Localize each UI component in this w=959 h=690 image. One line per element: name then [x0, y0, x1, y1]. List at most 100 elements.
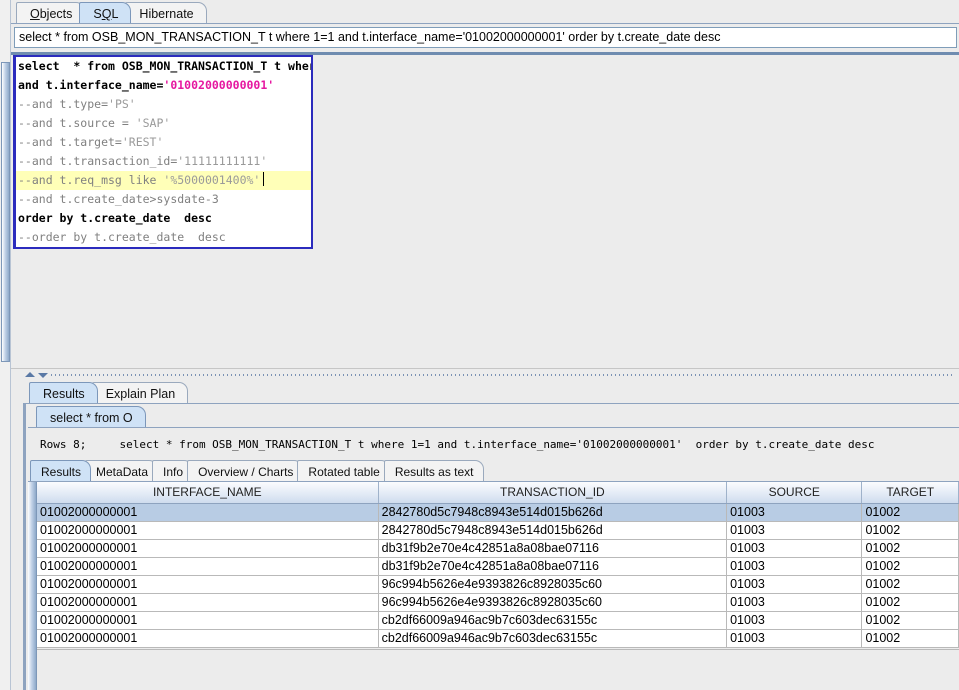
cell-target[interactable]: 01002 — [861, 593, 959, 612]
cell-interface-name[interactable]: 01002000000001 — [37, 593, 379, 612]
tab-grid-metadata-label: MetaData — [96, 465, 149, 479]
table-row[interactable]: 01002000000001 db31f9b2e70e4c42851a8a08b… — [37, 557, 959, 576]
cell-transaction-id[interactable]: 2842780d5c7948c8943e514d015b626d — [378, 503, 728, 522]
window-scrollbar-thumb[interactable] — [1, 62, 10, 362]
code-token: 'PS' — [108, 97, 136, 111]
code-line[interactable]: --and t.type='PS' — [16, 95, 311, 114]
main-tab-row: Objects SQL Hibernate — [16, 2, 207, 24]
tab-grid-results-as-text-label: Results as text — [394, 465, 474, 479]
code-token: --and t.target= — [18, 135, 122, 149]
code-line[interactable]: --and t.create_date>sysdate-3 — [16, 190, 311, 209]
tab-grid-overview-charts-label: Overview / Charts — [198, 465, 294, 479]
cell-target[interactable]: 01002 — [861, 503, 959, 522]
tab-explain-plan[interactable]: Explain Plan — [91, 382, 189, 403]
cell-interface-name[interactable]: 01002000000001 — [37, 521, 379, 540]
cell-source[interactable]: 01003 — [726, 503, 863, 522]
cell-source[interactable]: 01003 — [726, 521, 863, 540]
query-input[interactable]: select * from OSB_MON_TRANSACTION_T t wh… — [14, 27, 957, 48]
cell-interface-name[interactable]: 01002000000001 — [37, 557, 379, 576]
code-token: '%5000001400%' — [163, 173, 261, 187]
code-token: 'REST' — [121, 135, 164, 149]
code-line[interactable]: and t.interface_name='01002000000001' — [16, 76, 311, 95]
tab-grid-results-as-text[interactable]: Results as text — [383, 460, 484, 481]
table-row[interactable]: 01002000000001 cb2df66009a946ac9b7c603de… — [37, 611, 959, 630]
code-line[interactable]: --order by t.create_date desc — [16, 228, 311, 247]
tab-query-result-label: select * from O — [50, 411, 133, 425]
cell-transaction-id[interactable]: 96c994b5626e4e9393826c8928035c60 — [378, 593, 728, 612]
code-line[interactable]: --and t.transaction_id='11111111111' — [16, 152, 311, 171]
cell-source[interactable]: 01003 — [726, 557, 863, 576]
table-row[interactable]: 01002000000001 db31f9b2e70e4c42851a8a08b… — [37, 539, 959, 558]
tab-results[interactable]: Results — [29, 382, 98, 403]
tab-grid-rotated-table[interactable]: Rotated table — [297, 460, 390, 481]
cell-transaction-id[interactable]: db31f9b2e70e4c42851a8a08bae07116 — [378, 557, 728, 576]
column-header-target[interactable]: TARGET — [861, 482, 959, 504]
table-row[interactable]: 01002000000001 cb2df66009a946ac9b7c603de… — [37, 629, 959, 648]
triangle-up-icon[interactable] — [25, 372, 35, 377]
cell-interface-name[interactable]: 01002000000001 — [37, 503, 379, 522]
table-row[interactable]: 01002000000001 2842780d5c7948c8943e514d0… — [37, 503, 959, 522]
grid-row-header-rail[interactable] — [28, 482, 37, 690]
sql-editor-pane: select * from OSB_MON_TRANSACTION_T t wh… — [11, 55, 959, 365]
code-token: '01002000000001' — [163, 78, 275, 92]
code-token: '11111111111' — [177, 154, 268, 168]
cell-target[interactable]: 01002 — [861, 575, 959, 594]
tab-objects[interactable]: Objects — [16, 2, 86, 23]
table-row[interactable]: 01002000000001 96c994b5626e4e9393826c892… — [37, 575, 959, 594]
sql-editor[interactable]: select * from OSB_MON_TRANSACTION_T t wh… — [13, 55, 313, 249]
code-text: --and t.req_msg like '%5000001400%' — [18, 173, 260, 187]
code-line[interactable]: --and t.source = 'SAP' — [16, 114, 311, 133]
code-line[interactable]: --and t.target='REST' — [16, 133, 311, 152]
cell-target[interactable]: 01002 — [861, 557, 959, 576]
code-token: --and t.req_msg like — [18, 173, 164, 187]
column-header-transaction-id[interactable]: TRANSACTION_ID — [378, 482, 728, 504]
cell-source[interactable]: 01003 — [726, 611, 863, 630]
cell-transaction-id[interactable]: cb2df66009a946ac9b7c603dec63155c — [378, 611, 728, 630]
tab-grid-results[interactable]: Results — [30, 460, 92, 481]
cell-transaction-id[interactable]: 96c994b5626e4e9393826c8928035c60 — [378, 575, 728, 594]
tab-grid-rotated-table-label: Rotated table — [308, 465, 380, 479]
tab-objects-label: bjects — [39, 7, 73, 21]
tab-grid-metadata[interactable]: MetaData — [85, 460, 159, 481]
code-token: --and t.source = — [18, 116, 136, 130]
cell-source[interactable]: 01003 — [726, 539, 863, 558]
splitter-grip[interactable] — [51, 374, 955, 376]
cell-source[interactable]: 01003 — [726, 575, 863, 594]
column-header-interface-name[interactable]: INTERFACE_NAME — [37, 482, 379, 504]
code-line[interactable]: order by t.create_date desc — [16, 209, 311, 228]
window-vertical-scrollbar[interactable] — [0, 0, 11, 690]
tab-hibernate[interactable]: Hibernate — [125, 2, 207, 23]
code-token: --and t.type= — [18, 97, 109, 111]
table-row[interactable]: 01002000000001 2842780d5c7948c8943e514d0… — [37, 521, 959, 540]
cell-interface-name[interactable]: 01002000000001 — [37, 611, 379, 630]
tab-query-result[interactable]: select * from O — [36, 406, 146, 427]
sql-client-window: Objects SQL Hibernate select * from OSB_… — [0, 0, 959, 690]
code-text: --and t.source = 'SAP' — [18, 116, 170, 130]
cell-target[interactable]: 01002 — [861, 521, 959, 540]
code-text: --and t.transaction_id='11111111111' — [18, 154, 267, 168]
cell-transaction-id[interactable]: db31f9b2e70e4c42851a8a08bae07116 — [378, 539, 728, 558]
code-line-current[interactable]: --and t.req_msg like '%5000001400%' — [16, 171, 311, 190]
cell-source[interactable]: 01003 — [726, 593, 863, 612]
query-result-panel: Rows 8; select * from OSB_MON_TRANSACTIO… — [28, 427, 959, 690]
cell-interface-name[interactable]: 01002000000001 — [37, 629, 379, 648]
cell-source[interactable]: 01003 — [726, 629, 863, 648]
column-header-source[interactable]: SOURCE — [726, 482, 863, 504]
code-text: --and t.target='REST' — [18, 135, 163, 149]
triangle-down-icon[interactable] — [38, 373, 48, 378]
tab-sql-suffix: L — [111, 7, 119, 21]
cell-transaction-id[interactable]: cb2df66009a946ac9b7c603dec63155c — [378, 629, 728, 648]
cell-interface-name[interactable]: 01002000000001 — [37, 575, 379, 594]
tab-grid-overview-charts[interactable]: Overview / Charts — [187, 460, 304, 481]
tab-grid-results-label: Results — [41, 465, 82, 479]
cell-interface-name[interactable]: 01002000000001 — [37, 539, 379, 558]
cell-target[interactable]: 01002 — [861, 539, 959, 558]
tab-sql[interactable]: SQL — [79, 2, 132, 23]
cell-target[interactable]: 01002 — [861, 611, 959, 630]
cell-transaction-id[interactable]: 2842780d5c7948c8943e514d015b626d — [378, 521, 728, 540]
cell-target[interactable]: 01002 — [861, 629, 959, 648]
code-line[interactable]: select * from OSB_MON_TRANSACTION_T t wh… — [16, 57, 311, 76]
table-row[interactable]: 01002000000001 96c994b5626e4e9393826c892… — [37, 593, 959, 612]
editor-results-splitter[interactable] — [11, 368, 959, 380]
tab-grid-info-label: Info — [163, 465, 184, 479]
